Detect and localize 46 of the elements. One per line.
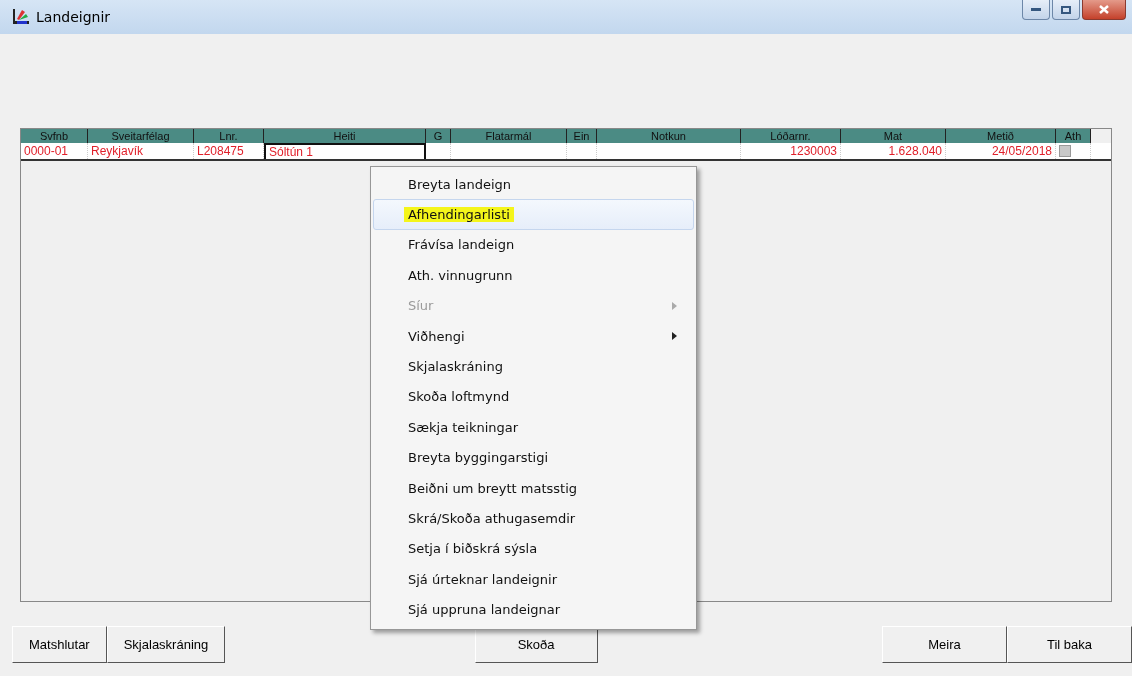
menu-item[interactable]: Setja í biðskrá sýsla xyxy=(373,533,694,565)
column-header[interactable]: Notkun xyxy=(597,129,741,143)
column-header[interactable]: Metið xyxy=(946,129,1056,143)
action-button[interactable]: Skjalaskráning xyxy=(106,626,226,663)
maximize-icon xyxy=(1061,5,1071,14)
menu-item[interactable]: Afhendingarlisti xyxy=(373,199,694,230)
close-icon xyxy=(1099,5,1109,14)
menu-item[interactable]: Sækja teikningar xyxy=(373,412,694,443)
column-header[interactable]: Mat xyxy=(841,129,946,143)
menu-item[interactable]: Viðhengi xyxy=(373,320,694,352)
maximize-button[interactable] xyxy=(1052,0,1080,20)
column-header[interactable]: Lnr. xyxy=(194,129,264,143)
menu-item[interactable]: Sjá úrteknar landeignir xyxy=(373,564,694,595)
table-cell: 1230003 xyxy=(790,143,837,159)
table-cell: L208475 xyxy=(197,143,244,159)
close-button[interactable] xyxy=(1082,0,1126,20)
column-header[interactable]: G xyxy=(426,129,451,143)
table-cell: 0000-01 xyxy=(24,143,69,159)
column-header[interactable]: Ein xyxy=(567,129,597,143)
checkbox[interactable] xyxy=(1059,145,1071,157)
column-header[interactable]: Ath xyxy=(1056,129,1091,143)
minimize-icon xyxy=(1031,7,1041,12)
menu-item[interactable]: Skrá/Skoða athugasemdir xyxy=(373,503,694,534)
menu-item[interactable]: Frávísa landeign xyxy=(373,229,694,261)
menu-item[interactable]: Sjá uppruna landeignar xyxy=(373,594,694,625)
menu-item[interactable]: Skjalaskráning xyxy=(373,351,694,382)
column-header[interactable]: Lóðarnr. xyxy=(741,129,841,143)
action-button[interactable]: Til baka xyxy=(1007,626,1132,663)
menu-item[interactable]: Breyta byggingarstigi xyxy=(373,442,694,473)
app-logo-icon xyxy=(10,8,30,26)
action-button[interactable]: Matshlutar xyxy=(12,626,107,663)
column-header[interactable]: Sveitarfélag xyxy=(88,129,194,143)
action-button[interactable]: Meira xyxy=(882,626,1007,663)
menu-item[interactable]: Skoða loftmynd xyxy=(373,381,694,413)
minimize-button[interactable] xyxy=(1022,0,1050,20)
column-header[interactable]: Svfnb xyxy=(21,129,88,143)
menu-item[interactable]: Breyta landeign xyxy=(373,169,694,200)
menu-item[interactable]: Ath. vinnugrunn xyxy=(373,260,694,291)
table-cell: Sóltún 1 xyxy=(269,145,314,159)
window-title: Landeignir xyxy=(36,9,111,25)
menu-item[interactable]: Beiðni um breytt matsstig xyxy=(373,472,694,504)
column-header[interactable]: Flatarmál xyxy=(451,129,567,143)
table-cell: 1.628.040 xyxy=(888,143,942,159)
column-header[interactable]: Heiti xyxy=(264,129,426,143)
table-cell: 24/05/2018 xyxy=(991,143,1052,159)
table-cell: Reykjavík xyxy=(91,143,143,159)
